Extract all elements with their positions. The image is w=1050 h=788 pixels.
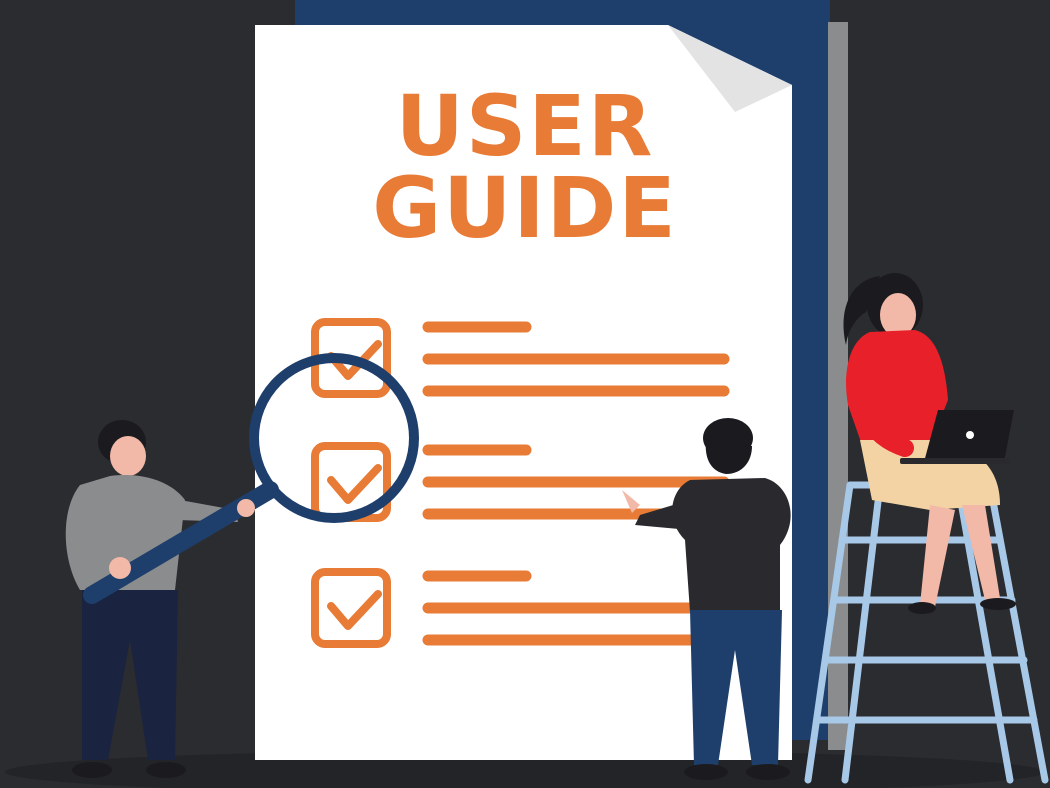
document-title-line-1: USER [395,77,655,175]
document-title-line-2: GUIDE [372,159,678,257]
